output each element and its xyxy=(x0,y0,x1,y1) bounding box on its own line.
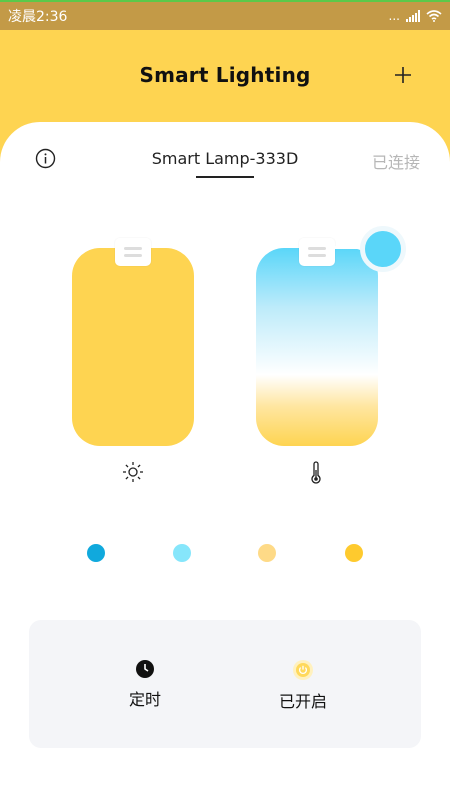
brightness-slider-handle[interactable] xyxy=(115,238,151,266)
signal-icon xyxy=(406,10,420,22)
control-panel: 定时 已开启 xyxy=(29,620,421,748)
thermometer-icon xyxy=(311,461,321,484)
plus-icon xyxy=(395,67,411,83)
clock-icon xyxy=(136,660,154,678)
color-temperature-slider[interactable] xyxy=(256,238,378,446)
color-preset[interactable] xyxy=(173,544,191,562)
wifi-icon xyxy=(426,10,442,22)
power-label: 已开启 xyxy=(278,692,327,711)
status-bar: 凌晨2:36 ... xyxy=(0,0,450,30)
color-preset[interactable] xyxy=(87,544,105,562)
temperature-knob[interactable] xyxy=(360,226,406,272)
timer-button[interactable]: 定时 xyxy=(95,660,195,710)
status-dots: ... xyxy=(388,9,400,23)
timer-label: 定时 xyxy=(128,690,161,709)
brightness-slider[interactable] xyxy=(72,238,194,446)
device-card: Smart Lamp-333D 已连接 定时 已开启 xyxy=(0,122,450,800)
sun-icon xyxy=(123,462,143,482)
page-title: Smart Lighting xyxy=(139,62,311,87)
status-indicators: ... xyxy=(389,9,442,23)
temperature-slider-handle[interactable] xyxy=(299,238,335,266)
connection-status: 已连接 xyxy=(371,153,420,172)
power-button[interactable]: 已开启 xyxy=(253,660,353,712)
color-preset[interactable] xyxy=(258,544,276,562)
status-time: 凌晨2:36 xyxy=(8,9,68,25)
color-preset[interactable] xyxy=(345,544,363,562)
tab-underline xyxy=(196,176,254,178)
power-icon xyxy=(293,660,313,680)
add-device-button[interactable] xyxy=(394,66,412,84)
app-header: Smart Lighting xyxy=(0,30,450,125)
